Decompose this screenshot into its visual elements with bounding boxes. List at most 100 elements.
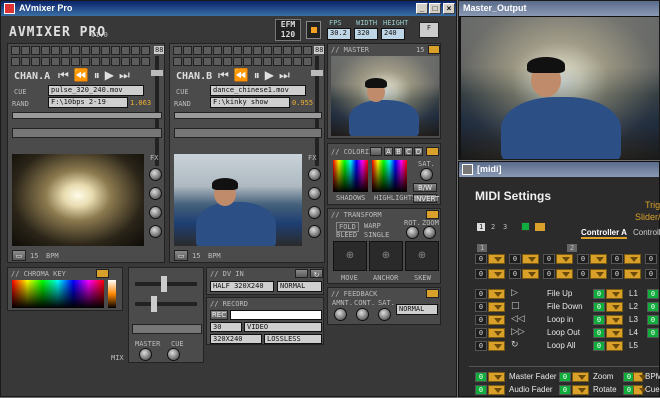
deck-b-fader[interactable] bbox=[311, 56, 323, 166]
slot-button[interactable] bbox=[71, 46, 80, 55]
midi-learn-button[interactable] bbox=[488, 289, 505, 299]
deck-b-monitor-button[interactable]: ▭ bbox=[174, 250, 188, 261]
midi-value[interactable]: 0 bbox=[509, 254, 521, 264]
crossfader-b[interactable] bbox=[135, 296, 197, 312]
main-titlebar[interactable]: AVmixer Pro bbox=[1, 1, 456, 16]
output-titlebar[interactable]: Master_Output bbox=[459, 1, 659, 16]
play-icon[interactable]: ▶ bbox=[105, 68, 119, 82]
colorize-c-button[interactable]: C bbox=[404, 147, 413, 156]
transform-monitor-button[interactable] bbox=[426, 210, 439, 219]
invert-button[interactable]: INVERT bbox=[413, 194, 439, 203]
midi-value[interactable]: 0 bbox=[559, 385, 571, 395]
slot-button[interactable] bbox=[131, 57, 140, 66]
record-indicator[interactable] bbox=[306, 21, 321, 39]
midi-value[interactable]: 0 bbox=[475, 315, 487, 325]
deck-a-loop-bar[interactable] bbox=[12, 128, 162, 138]
slot-button[interactable] bbox=[193, 46, 202, 55]
highlights-picker[interactable] bbox=[372, 160, 407, 192]
slot-button[interactable] bbox=[121, 46, 130, 55]
slot-button[interactable] bbox=[213, 46, 222, 55]
slot-button[interactable] bbox=[21, 46, 30, 55]
pause-icon[interactable]: ⏸ bbox=[254, 68, 265, 82]
slot-button[interactable] bbox=[243, 57, 252, 66]
slot-button[interactable] bbox=[11, 57, 20, 66]
midi-learn-button[interactable] bbox=[633, 385, 647, 395]
chroma-slider[interactable] bbox=[108, 280, 116, 308]
mixer-bar[interactable] bbox=[132, 324, 202, 334]
record-filename-input[interactable] bbox=[230, 310, 322, 320]
master-monitor-button[interactable] bbox=[428, 45, 440, 54]
midi-learn-button[interactable] bbox=[488, 254, 505, 264]
midi-value[interactable]: 0 bbox=[593, 341, 605, 351]
slot-button[interactable] bbox=[173, 57, 182, 66]
slot-button[interactable] bbox=[203, 46, 212, 55]
slot-button[interactable] bbox=[303, 46, 312, 55]
slot-button[interactable] bbox=[61, 57, 70, 66]
midi-value[interactable]: 0 bbox=[475, 302, 487, 312]
midi-value[interactable]: 0 bbox=[475, 385, 487, 395]
rot-knob[interactable] bbox=[406, 226, 419, 239]
alpha-knob[interactable] bbox=[308, 225, 321, 238]
skip-end-icon[interactable]: ⏭ bbox=[119, 68, 135, 82]
bw-button[interactable]: B/W bbox=[413, 183, 437, 192]
master-volume-knob[interactable] bbox=[139, 348, 152, 361]
amnt-knob[interactable] bbox=[334, 308, 347, 321]
deck-b-scrubber[interactable] bbox=[174, 112, 322, 119]
midi-learn-button[interactable] bbox=[488, 328, 505, 338]
midi-page-1[interactable]: 1 bbox=[477, 223, 486, 231]
slot-button[interactable] bbox=[101, 57, 110, 66]
midi-learn-button[interactable] bbox=[606, 315, 623, 325]
midi-value[interactable]: 0 bbox=[611, 254, 623, 264]
slot-button[interactable] bbox=[51, 57, 60, 66]
deck-a-fader[interactable] bbox=[151, 56, 163, 166]
midi-value[interactable]: 0 bbox=[593, 302, 605, 312]
midi-learn-button[interactable] bbox=[556, 254, 573, 264]
midi-value[interactable]: 0 bbox=[475, 341, 487, 351]
midi-learn-button[interactable] bbox=[633, 372, 647, 382]
lum-knob[interactable] bbox=[308, 206, 321, 219]
feedback-mode-select[interactable]: NORMAL bbox=[396, 304, 438, 315]
midi-learn-button[interactable] bbox=[488, 269, 505, 279]
zoom-knob[interactable] bbox=[423, 226, 436, 239]
slot-button[interactable] bbox=[233, 57, 242, 66]
sat-knob[interactable] bbox=[308, 187, 321, 200]
midi-value[interactable]: 0 bbox=[593, 289, 605, 299]
skip-end-icon[interactable]: ⏭ bbox=[279, 68, 295, 82]
dv-in-refresh-button[interactable]: ↻ bbox=[310, 269, 323, 279]
deck-a-file-select[interactable]: pulse_320_240.mov bbox=[48, 85, 144, 96]
shadows-picker[interactable] bbox=[333, 160, 368, 192]
midi-value[interactable]: 0 bbox=[509, 269, 521, 279]
slot-button[interactable] bbox=[253, 57, 262, 66]
slot-button[interactable] bbox=[243, 46, 252, 55]
slot-button[interactable] bbox=[253, 46, 262, 55]
midi-learn-button[interactable] bbox=[624, 269, 641, 279]
slot-button[interactable] bbox=[183, 57, 192, 66]
slot-button[interactable] bbox=[111, 46, 120, 55]
cont-knob[interactable] bbox=[356, 308, 369, 321]
midi-titlebar[interactable]: [midi] bbox=[459, 162, 659, 177]
midi-value[interactable]: 0 bbox=[647, 289, 659, 299]
slot-button[interactable] bbox=[233, 46, 242, 55]
slot-button[interactable] bbox=[121, 57, 130, 66]
record-size-select[interactable]: 320X240 bbox=[210, 334, 262, 344]
slot-button[interactable] bbox=[283, 57, 292, 66]
slot-button[interactable] bbox=[283, 46, 292, 55]
midi-value[interactable]: 0 bbox=[475, 372, 487, 382]
midi-page-2[interactable]: 2 bbox=[489, 223, 497, 231]
deck-a-monitor-button[interactable]: ▭ bbox=[12, 250, 26, 261]
slot-button[interactable] bbox=[263, 46, 272, 55]
fb-sat-knob[interactable] bbox=[378, 308, 391, 321]
slot-button[interactable] bbox=[293, 57, 302, 66]
slot-button[interactable] bbox=[223, 46, 232, 55]
midi-value[interactable]: 0 bbox=[593, 315, 605, 325]
midi-learn-button[interactable] bbox=[624, 254, 641, 264]
colorize-d-button[interactable]: D bbox=[414, 147, 423, 156]
slot-button[interactable] bbox=[31, 46, 40, 55]
rewind-icon[interactable]: ⏪ bbox=[234, 68, 254, 82]
slot-button[interactable] bbox=[203, 57, 212, 66]
skip-start-icon[interactable]: ⏮ bbox=[58, 68, 74, 82]
slot-button[interactable] bbox=[101, 46, 110, 55]
pause-icon[interactable]: ⏸ bbox=[94, 68, 105, 82]
slot-button[interactable] bbox=[173, 46, 182, 55]
midi-learn-button[interactable] bbox=[556, 269, 573, 279]
